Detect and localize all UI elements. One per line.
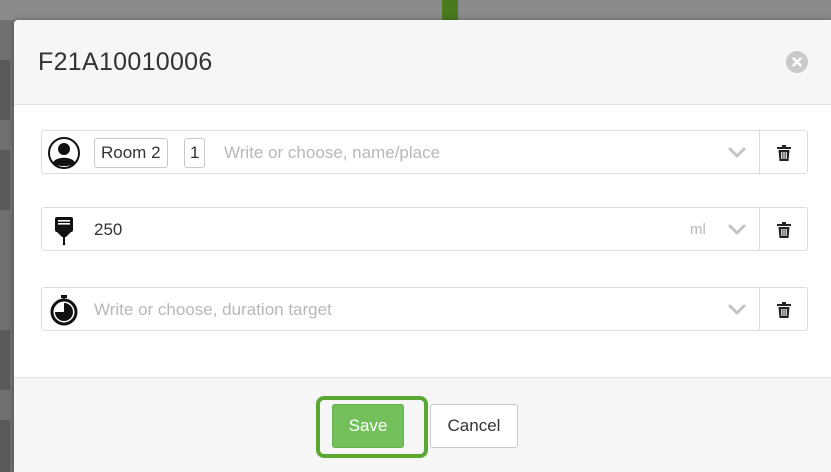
- location-field[interactable]: Room 2 1: [41, 130, 760, 175]
- volume-input[interactable]: [94, 208, 674, 252]
- infusion-bag-icon: [55, 217, 73, 246]
- location-input[interactable]: [224, 131, 714, 175]
- background-stripe: [0, 60, 10, 120]
- background-stripe: [0, 420, 10, 472]
- chevron-down-icon[interactable]: [727, 223, 747, 237]
- volume-field-row: ml: [41, 207, 808, 252]
- delete-location-button[interactable]: [760, 130, 808, 174]
- chevron-down-icon[interactable]: [727, 146, 747, 160]
- user-avatar-icon: [48, 137, 80, 169]
- close-icon[interactable]: [786, 51, 808, 73]
- edit-dialog: F21A10010006 Room 2 1 Write or choose, n…: [14, 20, 831, 472]
- volume-field[interactable]: ml: [41, 207, 760, 252]
- trash-icon: [777, 222, 791, 238]
- cancel-button[interactable]: Cancel: [430, 404, 518, 448]
- trash-icon: [777, 145, 791, 161]
- trash-icon: [777, 302, 791, 318]
- volume-unit: ml: [690, 221, 706, 238]
- delete-duration-button[interactable]: [760, 287, 808, 331]
- count-chip[interactable]: 1: [184, 138, 206, 168]
- background-stripe: [0, 330, 10, 390]
- background-stripe: [0, 150, 10, 210]
- duration-field-row: [41, 287, 808, 332]
- save-button[interactable]: Save: [332, 404, 404, 448]
- location-field-row: Room 2 1: [41, 130, 808, 175]
- duration-input[interactable]: [94, 288, 714, 332]
- close-x-glyph: [792, 57, 802, 67]
- background-green-marker: [442, 0, 458, 20]
- dialog-footer: Save Cancel: [14, 377, 831, 472]
- dialog-title: F21A10010006: [38, 48, 213, 76]
- delete-volume-button[interactable]: [760, 207, 808, 251]
- stopwatch-icon: [50, 295, 78, 326]
- dialog-header: F21A10010006: [14, 20, 831, 105]
- background-header: [0, 0, 831, 20]
- room-chip[interactable]: Room 2: [94, 138, 168, 168]
- duration-field[interactable]: [41, 287, 760, 332]
- chevron-down-icon[interactable]: [727, 303, 747, 317]
